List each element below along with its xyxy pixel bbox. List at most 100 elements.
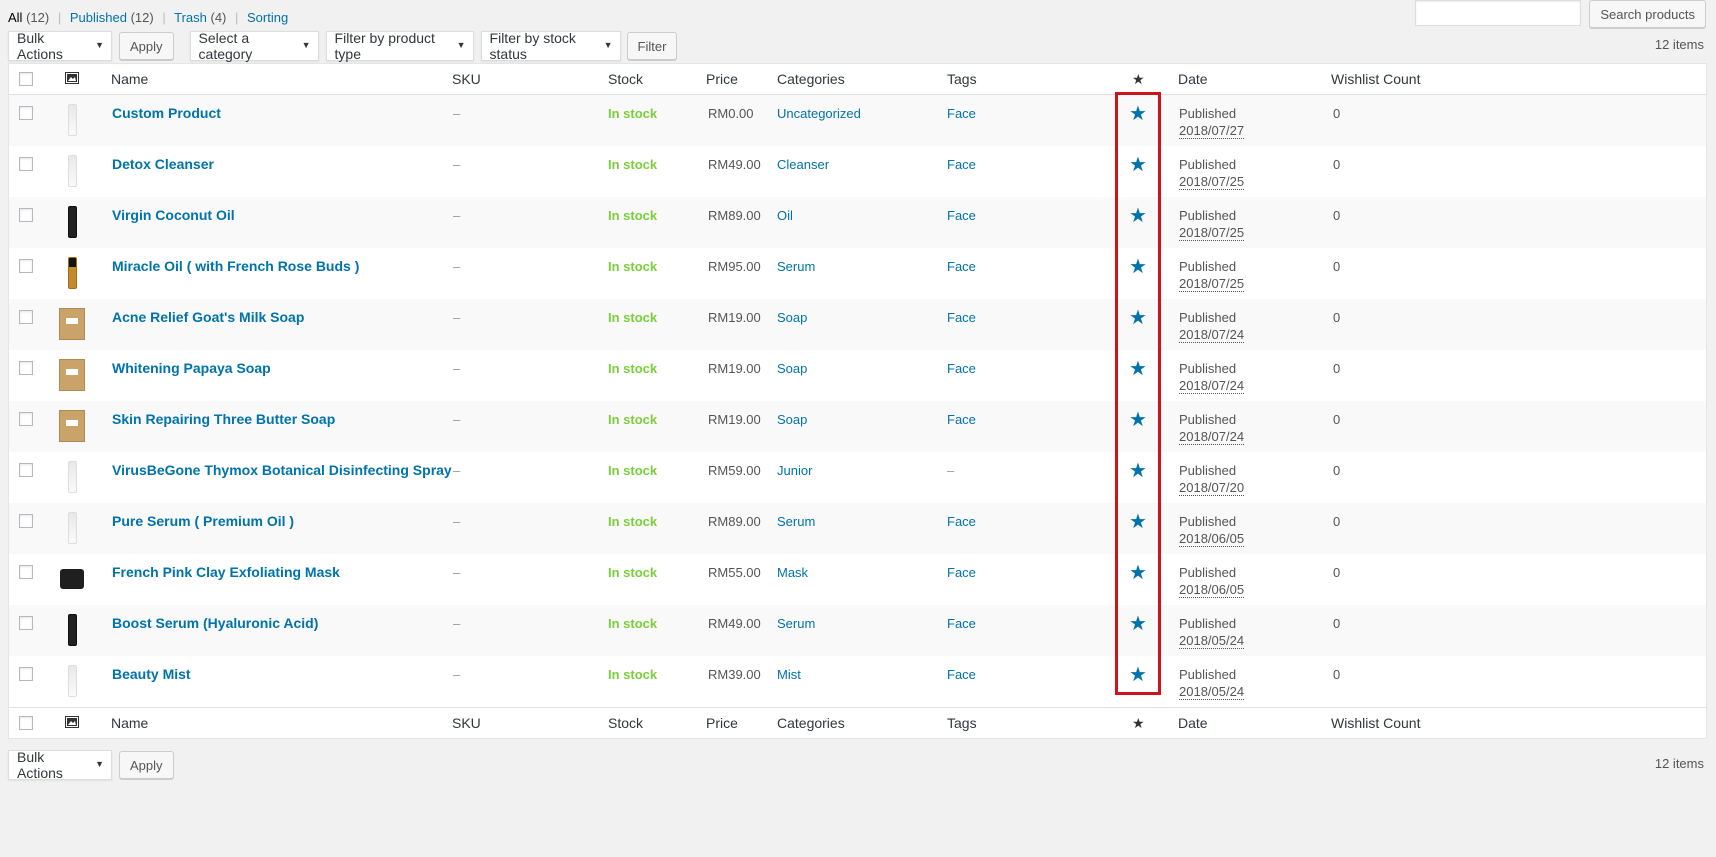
row-checkbox[interactable] (19, 514, 33, 528)
row-checkbox[interactable] (19, 259, 33, 273)
product-category-link[interactable]: Mask (777, 565, 808, 580)
product-thumbnail[interactable] (59, 306, 85, 342)
product-name-link[interactable]: VirusBeGone Thymox Botanical Disinfectin… (112, 462, 452, 478)
row-checkbox[interactable] (19, 106, 33, 120)
featured-star-icon[interactable]: ★ (1129, 203, 1147, 228)
product-thumbnail[interactable] (59, 408, 85, 444)
row-checkbox[interactable] (19, 412, 33, 426)
featured-star-icon[interactable]: ★ (1129, 560, 1147, 585)
column-price[interactable]: Price (706, 715, 738, 731)
product-name-link[interactable]: Custom Product (112, 105, 221, 121)
row-checkbox[interactable] (19, 157, 33, 171)
column-featured-star-icon[interactable]: ★ (1132, 715, 1145, 732)
product-category-link[interactable]: Serum (777, 616, 815, 631)
row-checkbox[interactable] (19, 616, 33, 630)
product-type-select[interactable]: Filter by product type (325, 30, 474, 62)
product-category-link[interactable]: Soap (777, 310, 807, 325)
table-row[interactable]: Acne Relief Goat's Milk Soap – In stock RM1… (9, 299, 1706, 350)
view-sorting-link[interactable]: Sorting (247, 10, 288, 25)
filter-button[interactable]: Filter (626, 32, 678, 60)
featured-star-icon[interactable]: ★ (1129, 152, 1147, 177)
product-tag-link[interactable]: Face (947, 667, 976, 682)
view-trash-link[interactable]: Trash (174, 10, 207, 25)
product-thumbnail[interactable] (59, 102, 85, 138)
row-checkbox[interactable] (19, 310, 33, 324)
column-sku[interactable]: SKU (452, 715, 481, 731)
column-name[interactable]: Name (111, 715, 148, 731)
column-wishlist-count[interactable]: Wishlist Count (1331, 71, 1420, 87)
apply-button[interactable]: Apply (119, 751, 174, 779)
product-tag-link[interactable]: Face (947, 514, 976, 529)
table-row[interactable]: Whitening Papaya Soap – In stock RM19.00 Soa… (9, 350, 1706, 401)
view-published-link[interactable]: Published (70, 10, 127, 25)
product-thumbnail[interactable] (59, 561, 85, 597)
column-wishlist-count[interactable]: Wishlist Count (1331, 715, 1420, 731)
product-name-link[interactable]: Acne Relief Goat's Milk Soap (112, 309, 304, 325)
column-price[interactable]: Price (706, 71, 738, 87)
product-tag-link[interactable]: Face (947, 259, 976, 274)
product-tag-link[interactable]: Face (947, 412, 976, 427)
product-category-link[interactable]: Junior (777, 463, 812, 478)
search-input[interactable] (1415, 0, 1582, 26)
view-all-label[interactable]: All (8, 10, 22, 25)
row-checkbox[interactable] (19, 565, 33, 579)
table-row[interactable]: Virgin Coconut Oil – In stock RM89.00 Oil Fac… (9, 197, 1706, 248)
apply-button[interactable]: Apply (119, 32, 174, 60)
table-row[interactable]: Boost Serum (Hyaluronic Acid) – In stock RM… (9, 605, 1706, 656)
column-name[interactable]: Name (111, 71, 148, 87)
featured-star-icon[interactable]: ★ (1129, 509, 1147, 534)
table-row[interactable]: Detox Cleanser – In stock RM49.00 Cleanser Fa… (9, 146, 1706, 197)
featured-star-icon[interactable]: ★ (1129, 356, 1147, 381)
product-tag-link[interactable]: Face (947, 157, 976, 172)
product-thumbnail[interactable] (59, 612, 85, 648)
product-category-link[interactable]: Serum (777, 259, 815, 274)
bulk-actions-select[interactable]: Bulk Actions (8, 30, 112, 62)
row-checkbox[interactable] (19, 208, 33, 222)
search-products-button[interactable]: Search products (1589, 0, 1706, 28)
product-name-link[interactable]: Boost Serum (Hyaluronic Acid) (112, 615, 318, 631)
featured-star-icon[interactable]: ★ (1129, 101, 1147, 126)
table-row[interactable]: Beauty Mist – In stock RM39.00 Mist Face ★ Publ… (9, 656, 1706, 707)
product-category-link[interactable]: Soap (777, 361, 807, 376)
product-category-link[interactable]: Mist (777, 667, 801, 682)
featured-star-icon[interactable]: ★ (1129, 662, 1147, 687)
product-tag-link[interactable]: Face (947, 208, 976, 223)
product-category-link[interactable]: Serum (777, 514, 815, 529)
product-category-link[interactable]: Cleanser (777, 157, 829, 172)
product-name-link[interactable]: Miracle Oil ( with French Rose Buds ) (112, 258, 359, 274)
featured-star-icon[interactable]: ★ (1129, 611, 1147, 636)
stock-status-select[interactable]: Filter by stock status (480, 30, 621, 62)
product-name-link[interactable]: Virgin Coconut Oil (112, 207, 235, 223)
product-tag-link[interactable]: Face (947, 565, 976, 580)
bulk-actions-select[interactable]: Bulk Actions (8, 749, 112, 781)
product-tag-link[interactable]: Face (947, 106, 976, 121)
product-thumbnail[interactable] (59, 153, 85, 189)
product-thumbnail[interactable] (59, 459, 85, 495)
column-date[interactable]: Date (1178, 71, 1208, 87)
product-name-link[interactable]: French Pink Clay Exfoliating Mask (112, 564, 340, 580)
product-tag-link[interactable]: Face (947, 310, 976, 325)
product-category-link[interactable]: Oil (777, 208, 793, 223)
product-category-link[interactable]: Soap (777, 412, 807, 427)
featured-star-icon[interactable]: ★ (1129, 407, 1147, 432)
row-checkbox[interactable] (19, 667, 33, 681)
featured-star-icon[interactable]: ★ (1129, 254, 1147, 279)
product-name-link[interactable]: Beauty Mist (112, 666, 191, 682)
column-sku[interactable]: SKU (452, 71, 481, 87)
product-name-link[interactable]: Pure Serum ( Premium Oil ) (112, 513, 294, 529)
select-all-checkbox[interactable] (19, 716, 33, 730)
product-thumbnail[interactable] (59, 510, 85, 546)
category-select[interactable]: Select a category (189, 30, 319, 62)
table-row[interactable]: French Pink Clay Exfoliating Mask – In sto… (9, 554, 1706, 605)
product-category-link[interactable]: Uncategorized (777, 106, 861, 121)
featured-star-icon[interactable]: ★ (1129, 458, 1147, 483)
row-checkbox[interactable] (19, 361, 33, 375)
column-featured-star-icon[interactable]: ★ (1132, 71, 1145, 88)
column-date[interactable]: Date (1178, 715, 1208, 731)
product-name-link[interactable]: Whitening Papaya Soap (112, 360, 271, 376)
product-tag-link[interactable]: Face (947, 361, 976, 376)
row-checkbox[interactable] (19, 463, 33, 477)
product-thumbnail[interactable] (59, 204, 85, 240)
table-row[interactable]: Custom Product – In stock RM0.00 Uncategoriz… (9, 95, 1706, 146)
table-row[interactable]: Skin Repairing Three Butter Soap – In stoc… (9, 401, 1706, 452)
